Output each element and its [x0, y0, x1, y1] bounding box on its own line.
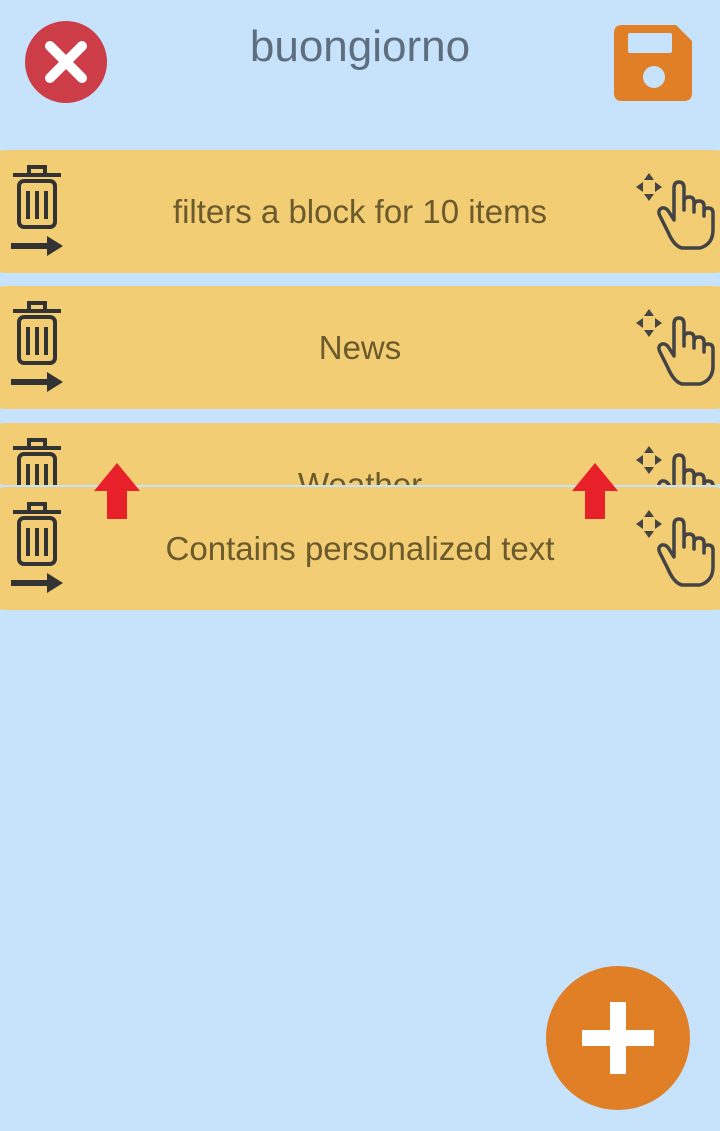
block-label: News [318, 329, 402, 366]
drag-hand-icon [636, 173, 715, 250]
drop-indicator-up-arrow-icon [572, 463, 618, 519]
drag-handle[interactable] [636, 503, 720, 589]
block-label: filters a block for 10 items [172, 193, 548, 230]
drag-hand-icon [636, 446, 715, 485]
drag-handle[interactable] [636, 166, 720, 252]
add-block-button[interactable] [546, 966, 690, 1110]
drag-handle[interactable] [636, 439, 720, 485]
drop-indicator-up-arrow-icon [94, 463, 140, 519]
block-card[interactable]: News [0, 286, 720, 409]
page-title: buongiorno [249, 22, 471, 71]
plus-icon [582, 1002, 654, 1074]
floppy-disk-save-icon [614, 25, 692, 101]
drag-hand-icon [636, 510, 715, 587]
block-card[interactable]: filters a block for 10 items [0, 150, 720, 273]
drag-handle[interactable] [636, 302, 720, 388]
save-button[interactable] [614, 25, 692, 101]
drag-hand-icon [636, 309, 715, 386]
